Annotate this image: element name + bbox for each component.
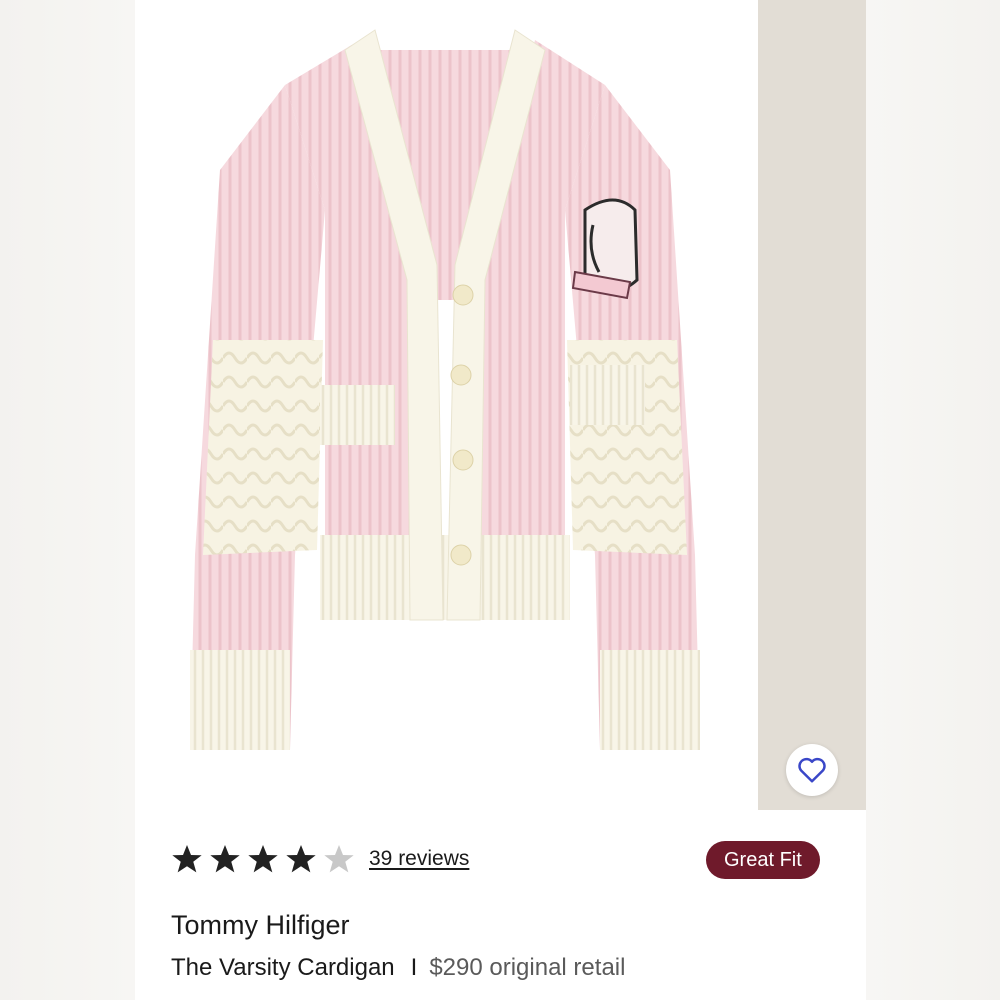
product-name: The Varsity Cardigan <box>171 954 395 981</box>
star-empty-icon <box>324 845 354 873</box>
background-left <box>0 0 135 1000</box>
title-divider: I <box>410 954 418 981</box>
star-filled-icon <box>248 845 278 873</box>
next-image-preview[interactable] <box>758 0 866 810</box>
product-title-row: The Varsity Cardigan I $290 original ret… <box>171 954 625 982</box>
product-price: $290 original retail <box>429 954 626 981</box>
favorite-button[interactable] <box>786 744 838 796</box>
product-image <box>190 29 700 750</box>
reviews-link[interactable]: 39 reviews <box>369 847 469 871</box>
rating-row: 39 reviews <box>171 838 469 880</box>
fit-badge: Great Fit <box>706 841 820 879</box>
product-brand[interactable]: Tommy Hilfiger <box>171 910 350 941</box>
star-filled-icon <box>172 845 202 873</box>
star-filled-icon <box>286 845 316 873</box>
star-filled-icon <box>210 845 240 873</box>
star-rating <box>171 843 355 875</box>
product-card: 39 reviews Great Fit Tommy Hilfiger The … <box>135 0 866 1000</box>
background-right <box>866 0 1000 1000</box>
heart-outline-icon <box>798 757 826 783</box>
image-gallery[interactable] <box>135 0 866 810</box>
